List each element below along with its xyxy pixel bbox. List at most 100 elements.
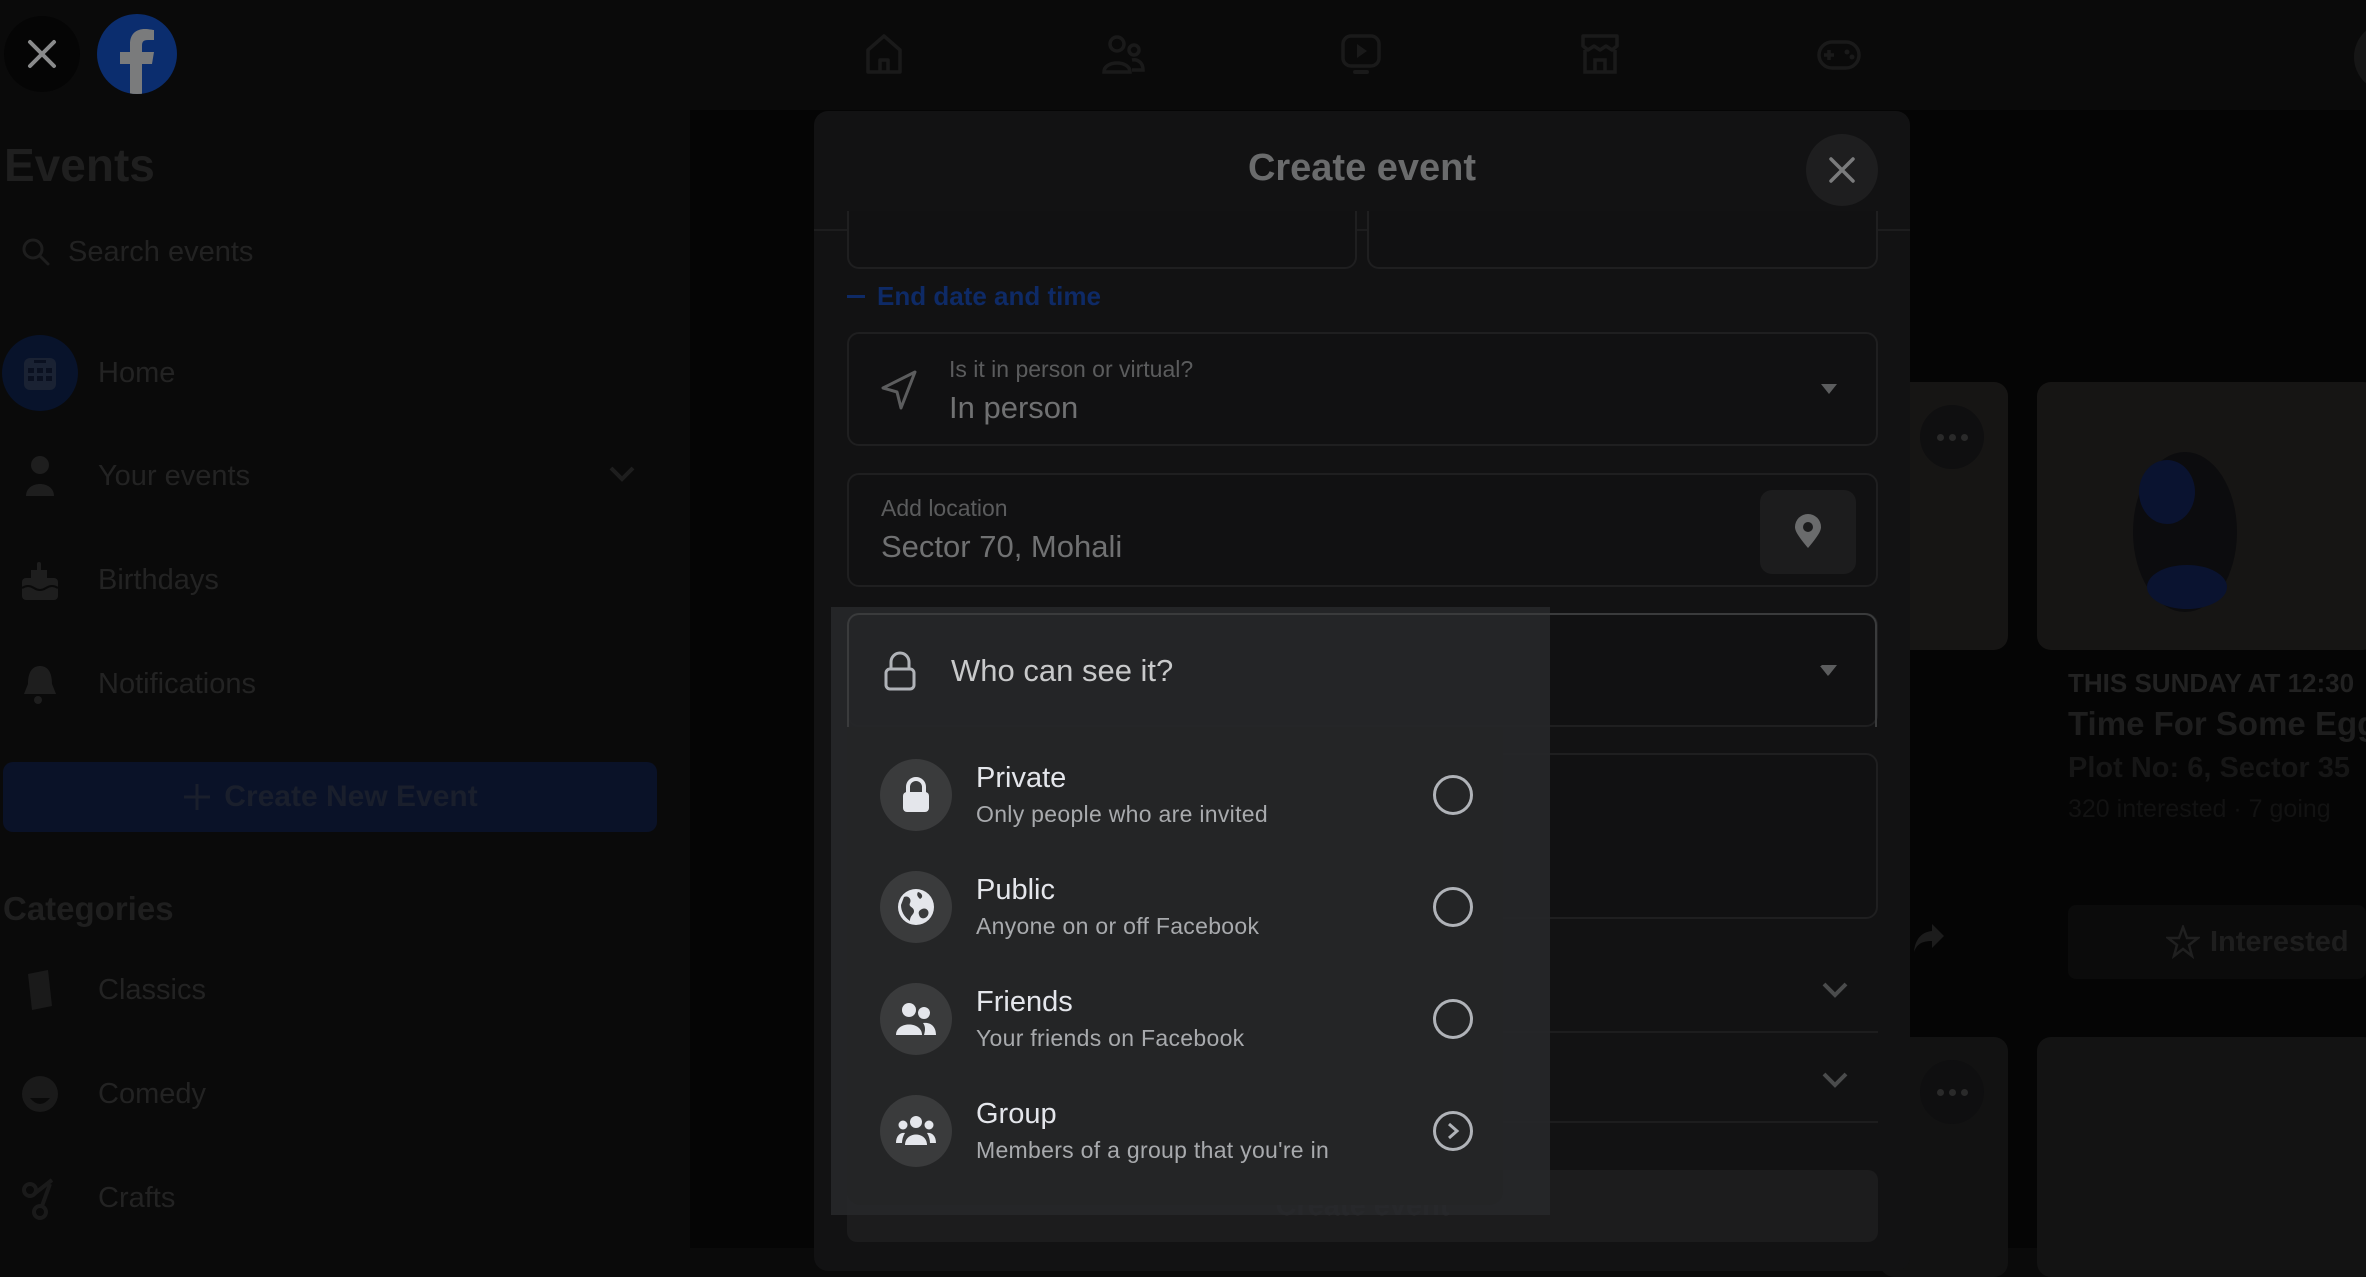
- location-value: Sector 70, Mohali: [881, 529, 1123, 564]
- gaming-icon: [1817, 40, 1861, 70]
- event-card-image[interactable]: [2037, 382, 2366, 650]
- option-title: Friends: [976, 986, 1073, 1018]
- close-icon: [1829, 157, 1855, 183]
- map-pin-icon: [1795, 514, 1821, 548]
- share-icon[interactable]: [1912, 922, 1946, 959]
- interested-button[interactable]: Interested: [2068, 905, 2366, 979]
- start-time-field[interactable]: [1367, 211, 1878, 269]
- radio-button[interactable]: [1433, 999, 1473, 1039]
- egg-illustration: [2133, 452, 2237, 612]
- facebook-logo[interactable]: [97, 14, 177, 94]
- radio-button[interactable]: [1433, 887, 1473, 927]
- location-label: Add location: [881, 495, 1008, 521]
- create-new-event-button[interactable]: Create New Event: [3, 762, 657, 832]
- caret-down-icon: [1820, 666, 1836, 676]
- cake-icon: [2, 542, 78, 618]
- category-comedy[interactable]: Comedy: [0, 1049, 660, 1139]
- group-icon: [880, 1095, 952, 1167]
- globe-icon: [880, 871, 952, 943]
- end-date-toggle[interactable]: End date and time: [847, 281, 1101, 312]
- sidebar-item-notifications[interactable]: Notifications: [0, 639, 660, 729]
- friends-icon: [1102, 35, 1145, 74]
- sidebar-item-home[interactable]: Home: [0, 328, 660, 418]
- lock-outline-icon: [884, 651, 916, 691]
- more-options-button[interactable]: [1920, 1060, 1984, 1124]
- lock-icon: [880, 759, 952, 831]
- option-subtitle: Members of a group that you're in: [976, 1137, 1330, 1163]
- book-icon: [2, 952, 78, 1028]
- caret-down-icon: [1821, 384, 1837, 394]
- event-type-select[interactable]: Is it in person or virtual? In person: [847, 332, 1878, 446]
- sidebar-item-label: Your events: [98, 459, 251, 492]
- option-subtitle: Only people who are invited: [976, 801, 1268, 827]
- privacy-option-private[interactable]: Private Only people who are invited: [847, 739, 1503, 851]
- search-icon: [22, 238, 50, 266]
- close-viewer-button[interactable]: [4, 16, 80, 92]
- map-pin-button[interactable]: [1760, 490, 1856, 574]
- sidebar-item-birthdays[interactable]: Birthdays: [0, 535, 660, 625]
- dialog-title: Create event: [1247, 147, 1477, 189]
- event-type-value: In person: [949, 390, 1079, 425]
- category-label: Comedy: [98, 1077, 206, 1110]
- star-icon: [2166, 925, 2200, 959]
- category-label: Classics: [98, 973, 206, 1006]
- create-new-event-label: Create New Event: [224, 780, 478, 813]
- privacy-select[interactable]: Who can see it?: [847, 613, 1877, 727]
- chevron-down-icon[interactable]: [608, 465, 636, 488]
- person-icon: [2, 438, 78, 514]
- privacy-option-friends[interactable]: Friends Your friends on Facebook: [847, 963, 1503, 1075]
- option-title: Private: [976, 762, 1067, 794]
- more-options-button[interactable]: [1920, 405, 1984, 469]
- close-dialog-button[interactable]: [1806, 134, 1878, 206]
- privacy-option-group[interactable]: Group Members of a group that you're in: [847, 1075, 1503, 1187]
- chevron-right-icon: [1448, 1122, 1460, 1140]
- event-date: THIS SUNDAY AT 12:30: [2068, 668, 2355, 698]
- bell-icon: [2, 646, 78, 722]
- start-date-field[interactable]: [847, 211, 1357, 269]
- option-title: Public: [976, 874, 1055, 906]
- video-icon: [1341, 34, 1381, 74]
- event-card-image[interactable]: [2037, 1037, 2366, 1277]
- search-events-input[interactable]: Search events: [20, 226, 660, 278]
- location-input[interactable]: Add location Sector 70, Mohali: [847, 473, 1878, 587]
- scissors-icon: [2, 1160, 78, 1236]
- event-title[interactable]: Time For Some Egg: [2068, 705, 2366, 743]
- account-menu-button[interactable]: [2354, 22, 2366, 92]
- sidebar-item-your-events[interactable]: Your events: [0, 431, 660, 521]
- radio-button[interactable]: [1433, 775, 1473, 815]
- option-subtitle: Anyone on or off Facebook: [976, 913, 1260, 939]
- navigation-arrow-icon: [881, 370, 917, 410]
- home-icon: [866, 34, 902, 74]
- nav-home[interactable]: [858, 28, 910, 80]
- option-subtitle: Your friends on Facebook: [976, 1025, 1245, 1051]
- marketplace-icon: [1581, 34, 1619, 74]
- minus-icon: [847, 295, 865, 298]
- sidebar-item-label: Notifications: [98, 667, 256, 700]
- nav-watch[interactable]: [1335, 28, 1387, 80]
- laugh-icon: [2, 1056, 78, 1132]
- sidebar-item-label: Birthdays: [98, 563, 219, 596]
- friends-icon: [880, 983, 952, 1055]
- event-location: Plot No: 6, Sector 35: [2068, 752, 2351, 784]
- category-crafts[interactable]: Crafts: [0, 1153, 660, 1243]
- nav-friends[interactable]: [1097, 28, 1149, 80]
- interested-label: Interested: [2210, 925, 2349, 958]
- privacy-option-public[interactable]: Public Anyone on or off Facebook: [847, 851, 1503, 963]
- close-icon: [28, 40, 56, 68]
- categories-heading: Categories: [3, 890, 174, 927]
- category-classics[interactable]: Classics: [0, 945, 660, 1035]
- category-label: Crafts: [98, 1181, 176, 1214]
- event-stats: 320 interested · 7 going: [2068, 795, 2331, 823]
- privacy-placeholder: Who can see it?: [951, 653, 1174, 688]
- nav-gaming[interactable]: [1813, 28, 1865, 80]
- plus-icon: [184, 784, 211, 810]
- sidebar-item-label: Home: [98, 356, 176, 389]
- nav-marketplace[interactable]: [1574, 28, 1626, 80]
- calendar-icon: [2, 335, 78, 411]
- privacy-options-menu: Private Only people who are invited Publ…: [847, 727, 1503, 1205]
- search-placeholder: Search events: [68, 235, 254, 268]
- event-type-label: Is it in person or virtual?: [949, 356, 1194, 382]
- sidebar-title: Events: [4, 139, 155, 191]
- end-date-label: End date and time: [877, 281, 1101, 311]
- chevron-right-button[interactable]: [1433, 1111, 1473, 1151]
